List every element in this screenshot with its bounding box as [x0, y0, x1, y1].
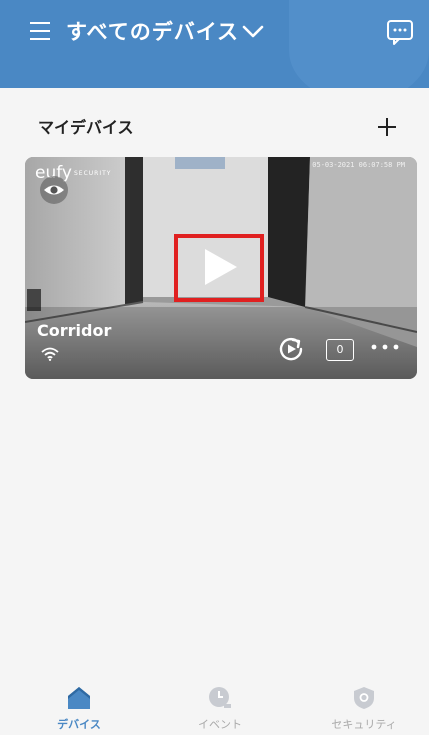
bottom-navigation: デバイス イベント セキュリティ — [0, 685, 429, 735]
app-header: すべてのデバイス — [0, 0, 429, 88]
nav-item-devices[interactable]: デバイス — [19, 685, 139, 732]
nav-item-events[interactable]: イベント — [160, 685, 280, 732]
chevron-down-icon[interactable] — [241, 24, 265, 40]
my-devices-title: マイデバイス — [38, 118, 134, 137]
replay-icon[interactable] — [278, 336, 304, 362]
more-options-icon[interactable] — [370, 342, 400, 352]
shield-icon — [354, 687, 374, 709]
app-root: すべてのデバイス マイデバイス eufy SECURITY 05-03-2021… — [0, 0, 429, 735]
play-icon[interactable] — [201, 247, 239, 287]
wifi-icon — [41, 347, 59, 361]
home-icon — [68, 687, 90, 709]
event-count-badge[interactable]: 0 — [326, 339, 354, 361]
nav-label-security: セキュリティ — [331, 718, 397, 731]
camera-timestamp: 05-03-2021 06:07:58 PM — [312, 161, 405, 169]
camera-name: Corridor — [37, 321, 112, 340]
nav-item-security[interactable]: セキュリティ — [304, 685, 424, 732]
clock-icon — [209, 687, 231, 708]
menu-icon[interactable] — [30, 22, 50, 40]
add-device-icon[interactable] — [376, 116, 398, 138]
nav-label-events: イベント — [198, 718, 242, 731]
eye-icon[interactable] — [39, 175, 69, 205]
camera-card[interactable]: eufy SECURITY 05-03-2021 06:07:58 PM Corr… — [25, 157, 417, 379]
message-icon[interactable] — [386, 19, 414, 45]
device-filter-title[interactable]: すべてのデバイス — [66, 16, 239, 46]
nav-label-devices: デバイス — [57, 718, 101, 731]
